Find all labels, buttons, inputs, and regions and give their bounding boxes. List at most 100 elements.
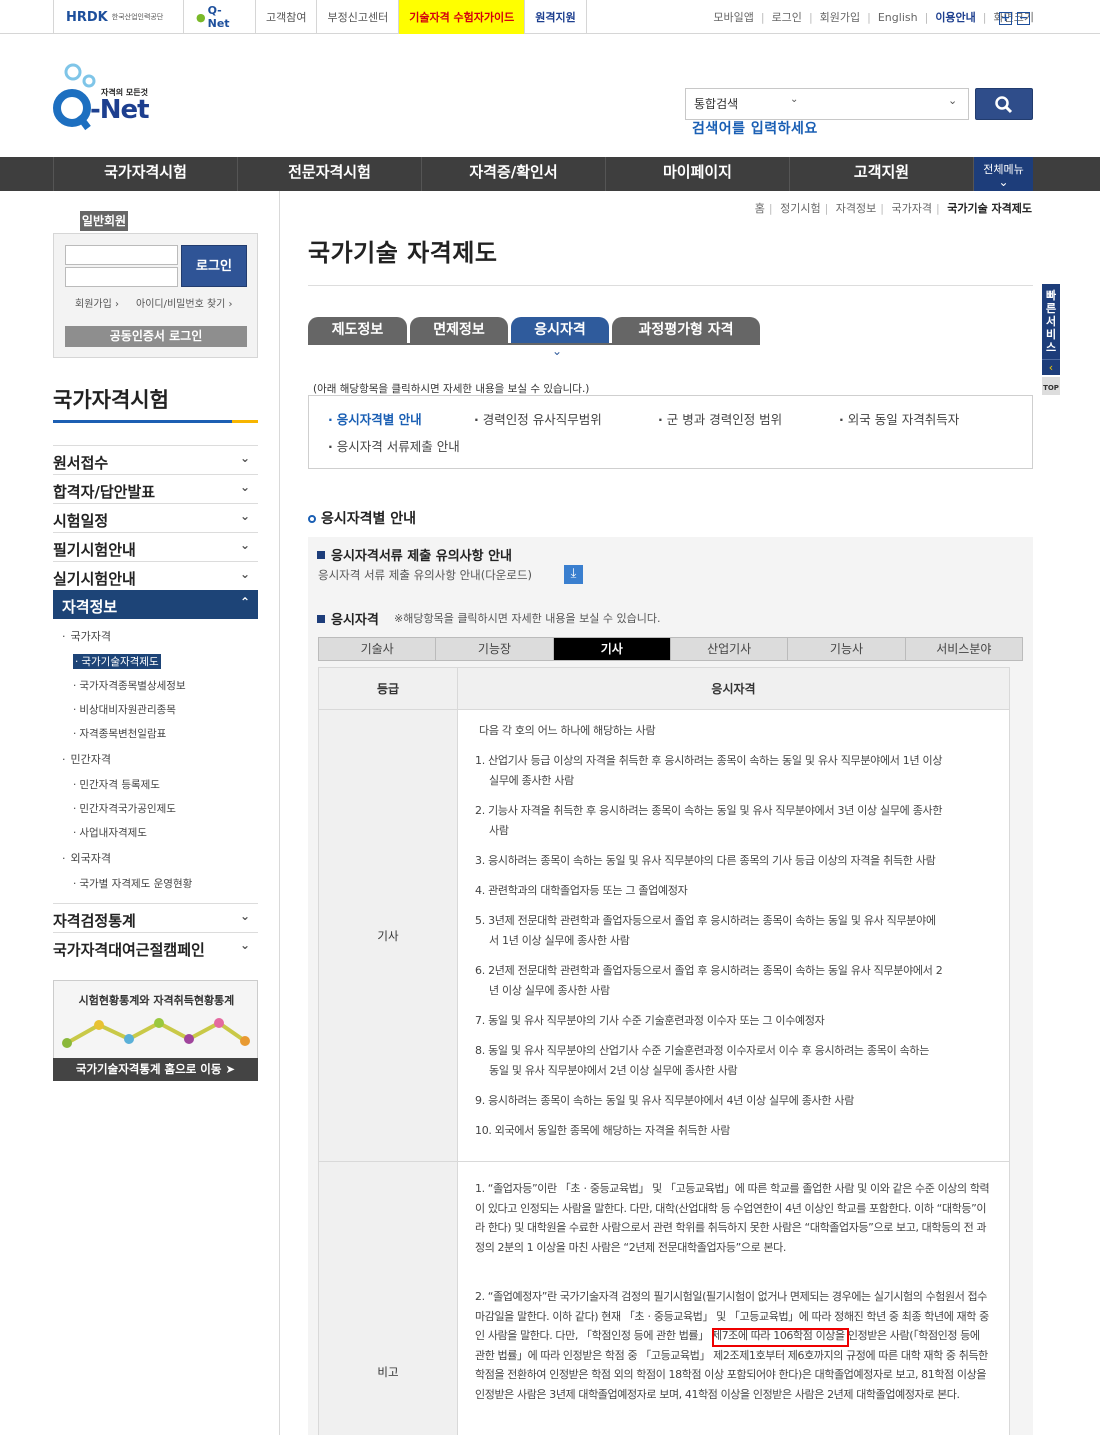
statistics-graph-icon [62,1018,250,1048]
sidebar-title: 국가자격시험 [53,388,169,412]
column-divider [279,191,280,1435]
statistics-banner-title: 시험현황통계와 자격취득현황통계 [78,994,235,1007]
sub-item-military-range[interactable]: 군 병과 경력인정 범위 [658,409,782,428]
login-box: 로그인 회원가입 › 아이디/비밀번호 찾기 › 공동인증서 로그인 [53,233,258,358]
doc-download-link[interactable]: 응시자격 서류 제출 유의사항 안내(다운로드) [318,567,532,583]
sidebar-sub-national[interactable]: 국가자격 [62,628,111,644]
sub-item-foreign-holder[interactable]: 외국 동일 자격취득자 [839,409,959,428]
fraud-report-link[interactable]: 부정신고센터 [316,0,398,34]
sidebar-item-practical-exam[interactable]: 실기시험안내 ⌄ [53,561,258,590]
login-link[interactable]: 로그인 [772,9,802,25]
zoom-in-button[interactable]: + [999,12,1012,25]
tab-exemption-info[interactable]: 면제정보 [410,317,508,344]
sidebar-sub-private-register[interactable]: 민간자격 등록제도 [73,777,160,792]
breadcrumb-national[interactable]: 국가자격 [892,202,932,215]
find-account-link[interactable]: 아이디/비밀번호 찾기 › [136,295,233,310]
search-input[interactable]: 검색어를 입력하세요 [692,118,818,138]
gnb-professional-exam[interactable]: 전문자격시험 [237,157,421,191]
grade-tab-engineer[interactable]: 기사 [553,638,671,660]
qualification-line: 실무에 종사한 사람 [489,774,574,787]
sub-item-document-submit[interactable]: 응시자격 서류제출 안내 [328,436,460,455]
qualification-line: 8. 동일 및 유사 직무분야의 산업기사 수준 기술훈련과정 이수자로서 이수… [475,1044,930,1057]
grade-tab-professional-engineer[interactable]: 기술사 [319,638,437,660]
sidebar-sub-national-tech-system[interactable]: 국가기술자격제도 [73,654,161,669]
sidebar-item-schedule[interactable]: 시험일정 ⌄ [53,503,258,532]
breadcrumb-current: 국가기술 자격제도 [947,202,1032,215]
grade-tab-craftsman[interactable]: 기능사 [788,638,906,660]
sidebar-sub-history[interactable]: 자격종목변천일람표 [73,726,166,741]
qualification-line: 1. 산업기사 등급 이상의 자격을 취득한 후 응시하려는 종목이 속하는 동… [475,754,943,767]
examinee-guide-link[interactable]: 기술자격 수험자가이드 [398,0,525,34]
qualification-line: 서 1년 이상 실무에 종사한 사람 [489,934,630,947]
sidebar-sub-item-detail[interactable]: 국가자격종목별상세정보 [73,678,185,693]
sidebar-sub-in-company[interactable]: 사업내자격제도 [73,825,147,840]
grade-tab-service[interactable]: 서비스분야 [905,638,1022,660]
tab-underline [308,343,760,345]
table-header-qualification: 응시자격 [458,668,1009,710]
qualification-line: 2. 기능사 자격을 취득한 후 응시하려는 종목이 속하는 동일 및 유사 직… [475,804,943,817]
zoom-out-button[interactable]: − [1017,12,1030,25]
grade-tab-master-craftsman[interactable]: 기능장 [436,638,554,660]
table-header-grade: 등급 [319,668,458,710]
chevron-left-icon[interactable]: ‹ [1042,359,1060,375]
chevron-down-icon: ⌄ [998,175,1009,189]
remote-support-link[interactable]: 원격지원 [524,0,587,34]
page-title: 국가기술 자격제도 [308,239,498,267]
arrow-circle-right-icon: ➤ [225,1062,236,1076]
gnb-national-exam[interactable]: 국가자격시험 [53,157,237,191]
sidebar-sub-foreign[interactable]: 외국자격 [62,850,111,866]
sidebar-item-results[interactable]: 합격자/답안발표 ⌄ [53,474,258,503]
sidebar-item-statistics[interactable]: 자격검정통계 ⌄ [53,903,258,932]
qualification-intro: 다음 각 호의 어느 하나에 해당하는 사람 [479,724,656,737]
gnb-mypage[interactable]: 마이페이지 [605,157,789,191]
username-field[interactable] [65,245,178,265]
hrdk-logo-link[interactable]: HRDK 한국산업인력공단 [53,0,183,34]
mobile-app-link[interactable]: 모바일앱 [713,9,753,25]
breadcrumb-qualification-info[interactable]: 자격정보 [836,202,876,215]
search-box[interactable]: 통합검색 ⌄ ⌄ [685,88,969,120]
login-box-title: 일반회원 [80,211,128,231]
remark-paragraph: 1. “졸업자등”이란 「초ㆍ중등교육법」 및 「고등교육법」에 따른 학교를 … [475,1182,990,1254]
statistics-home-button[interactable]: 국가기술자격통계 홈으로 이동 ➤ [53,1058,258,1081]
sidebar-item-qualification-info[interactable]: 자격정보 ⌃ [53,590,258,619]
qnet-logo-link[interactable]: ● Q-Net [183,0,255,34]
search-icon [995,96,1013,114]
english-link[interactable]: English [878,11,918,24]
password-field[interactable] [65,267,178,287]
gnb-certificate[interactable]: 자격증/확인서 [421,157,605,191]
sidebar-item-campaign[interactable]: 국가자격대여근절캠페인 ⌄ [53,932,258,961]
all-menu-button[interactable]: 전체메뉴 ⌄ [974,157,1033,191]
sub-item-career-range[interactable]: 경력인정 유사직무범위 [474,409,602,428]
search-scope-select[interactable]: 통합검색 [694,95,738,112]
sidebar-item-application[interactable]: 원서접수 ⌄ [53,445,258,474]
sidebar-sub-private-national[interactable]: 민간자격국가공인제도 [73,801,176,816]
sidebar-sub-foreign-status[interactable]: 국가별 자격제도 운영현황 [73,876,192,891]
usage-guide-link[interactable]: 이용안내 [935,9,975,25]
tab-course-evaluation[interactable]: 과정평가형 자격 [612,317,760,344]
row-divider [458,1161,1009,1162]
breadcrumb-regular-exam[interactable]: 정기시험 [780,202,820,215]
qnet-logo[interactable]: 자격의 모든것 -Net [52,58,162,134]
sub-item-eligibility-guide[interactable]: 응시자격별 안내 [328,409,422,428]
tab-system-info[interactable]: 제도정보 [308,317,407,344]
join-link[interactable]: 회원가입 › [75,295,119,310]
qualification-line: 9. 응시하려는 종목이 속하는 동일 및 유사 직무분야에서 4년 이상 실무… [475,1094,855,1107]
gnb-customer-support[interactable]: 고객지원 [789,157,974,191]
grade-cell-engineer: 기사 [319,710,458,1162]
tab-eligibility[interactable]: 응시자격 [511,317,609,344]
statistics-banner[interactable]: 시험현황통계와 자격취득현황통계 국가기술자격통계 홈으로 이동 ➤ [53,980,258,1081]
grade-tab-industrial-engineer[interactable]: 산업기사 [670,638,789,660]
sidebar-sub-private[interactable]: 민간자격 [62,751,111,767]
login-button[interactable]: 로그인 [181,245,247,287]
sidebar-sub-emergency[interactable]: 비상대비자원관리종목 [73,702,176,717]
search-button[interactable] [975,88,1033,120]
back-to-top-button[interactable]: TOP [1042,377,1060,395]
certificate-login-button[interactable]: 공동인증서 로그인 [65,326,247,347]
download-icon[interactable]: ⤓ [564,565,583,584]
sub-menu-box: 응시자격별 안내 경력인정 유사직무범위 군 병과 경력인정 범위 외국 동일 … [308,395,1033,469]
join-link[interactable]: 회원가입 [820,9,860,25]
customer-participation-link[interactable]: 고객참여 [255,0,316,34]
sidebar-item-written-exam[interactable]: 필기시험안내 ⌄ [53,532,258,561]
breadcrumb-home[interactable]: 홈 [755,202,765,215]
quick-service-panel[interactable]: 빠른서비스 [1042,284,1060,359]
